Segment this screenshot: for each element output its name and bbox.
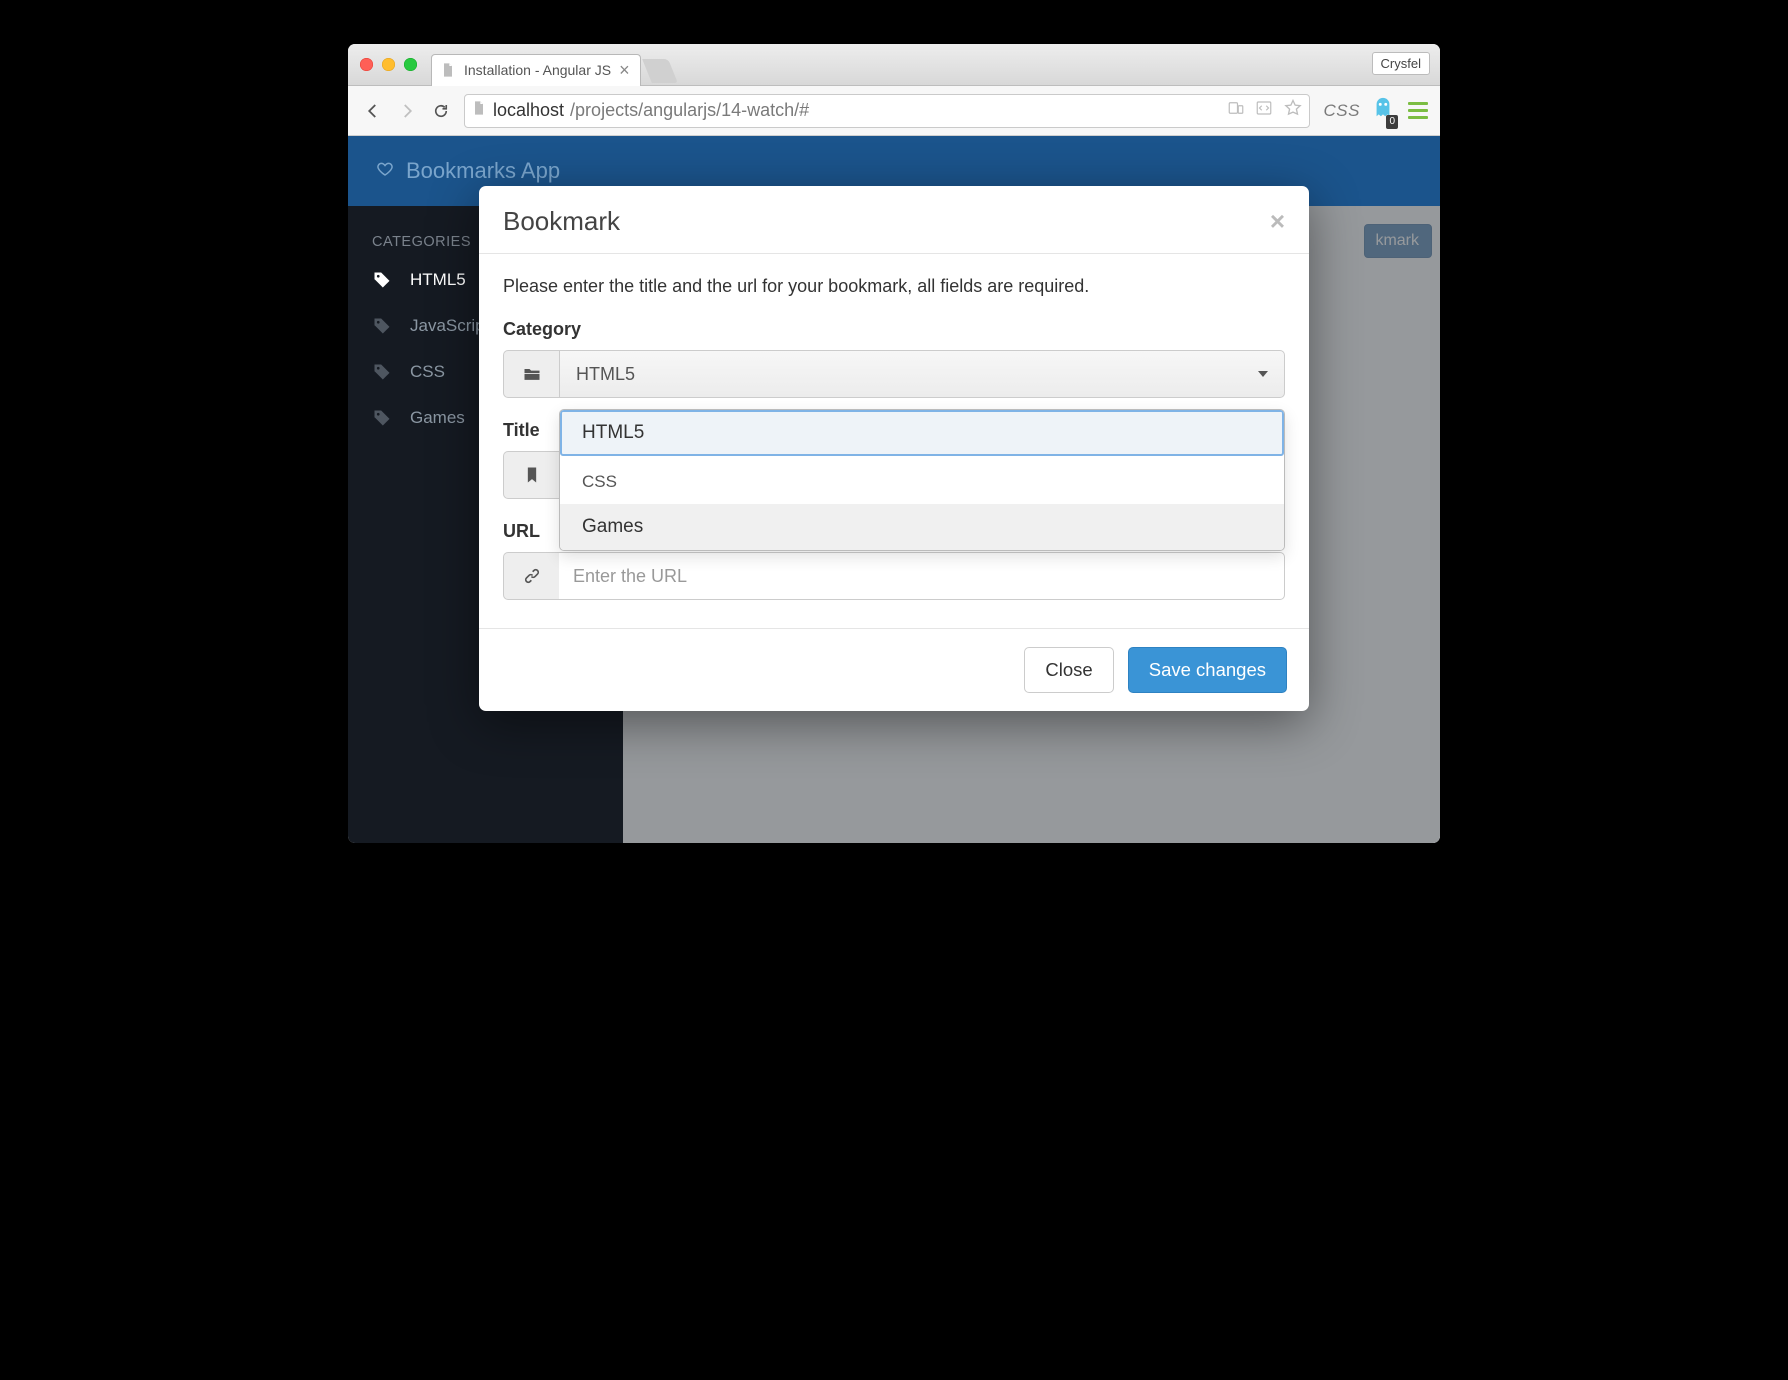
sidebar-item-label: JavaScript (410, 316, 489, 336)
link-icon (503, 552, 559, 600)
extensions-row: CSS 0 (1324, 96, 1430, 125)
close-icon[interactable]: × (1270, 206, 1285, 237)
menu-button[interactable] (1406, 96, 1430, 125)
tag-icon (372, 316, 392, 336)
url-path: /projects/angularjs/14-watch/# (570, 100, 809, 121)
site-info-icon[interactable] (471, 100, 487, 121)
category-option-games[interactable]: Games (560, 504, 1284, 550)
page-icon (440, 62, 456, 78)
url-input[interactable] (559, 552, 1285, 600)
profile-chip[interactable]: Crysfel (1372, 52, 1430, 75)
window-titlebar: Installation - Angular JS × Crysfel (348, 44, 1440, 86)
category-dropdown: HTML5 CSS Games (559, 409, 1285, 551)
back-button[interactable] (358, 95, 388, 127)
css-extension-icon[interactable]: CSS (1324, 101, 1360, 121)
tag-icon (372, 270, 392, 290)
bookmark-star-icon[interactable] (1283, 98, 1303, 123)
category-option-html5[interactable]: HTML5 (560, 410, 1284, 456)
devtools-icon[interactable] (1255, 99, 1273, 122)
minimize-window-button[interactable] (382, 58, 395, 71)
sidebar-item-label: HTML5 (410, 270, 466, 290)
folder-icon (503, 350, 559, 398)
category-selected-value: HTML5 (576, 364, 635, 385)
bookmark-icon (503, 451, 559, 499)
app-title: Bookmarks App (406, 158, 560, 184)
maximize-window-button[interactable] (404, 58, 417, 71)
forward-button[interactable] (392, 95, 422, 127)
page-viewport: Bookmarks App CATEGORIES HTML5 JavaScrip… (348, 136, 1440, 843)
close-button[interactable]: Close (1024, 647, 1113, 693)
tab-title: Installation - Angular JS (464, 62, 611, 78)
category-option-css[interactable]: CSS (560, 456, 1284, 504)
sidebar-item-label: Games (410, 408, 465, 428)
close-tab-icon[interactable]: × (619, 61, 630, 79)
extension-badge: 0 (1386, 115, 1398, 129)
url-host: localhost (493, 100, 564, 121)
chevron-down-icon (1258, 371, 1268, 377)
window-controls (360, 58, 417, 71)
heart-icon (376, 158, 394, 184)
category-select[interactable]: HTML5 (559, 350, 1285, 398)
devices-icon[interactable] (1227, 99, 1245, 122)
modal-description: Please enter the title and the url for y… (503, 276, 1285, 297)
tag-icon (372, 408, 392, 428)
save-button[interactable]: Save changes (1128, 647, 1287, 693)
sidebar-item-label: CSS (410, 362, 445, 382)
reload-button[interactable] (426, 95, 456, 127)
browser-toolbar: localhost/projects/angularjs/14-watch/# … (348, 86, 1440, 136)
ghostery-extension-icon[interactable]: 0 (1372, 96, 1394, 125)
new-tab-button[interactable] (642, 59, 678, 83)
bookmark-modal: Bookmark × Please enter the title and th… (479, 186, 1309, 711)
close-window-button[interactable] (360, 58, 373, 71)
browser-tab[interactable]: Installation - Angular JS × (431, 54, 641, 86)
tag-icon (372, 362, 392, 382)
modal-title: Bookmark (503, 206, 620, 237)
category-label: Category (503, 319, 1285, 340)
browser-window: Installation - Angular JS × Crysfel loca… (348, 44, 1440, 843)
category-group: Category HTML5 HTML5 CSS Games (503, 319, 1285, 398)
address-bar[interactable]: localhost/projects/angularjs/14-watch/# (464, 94, 1310, 128)
